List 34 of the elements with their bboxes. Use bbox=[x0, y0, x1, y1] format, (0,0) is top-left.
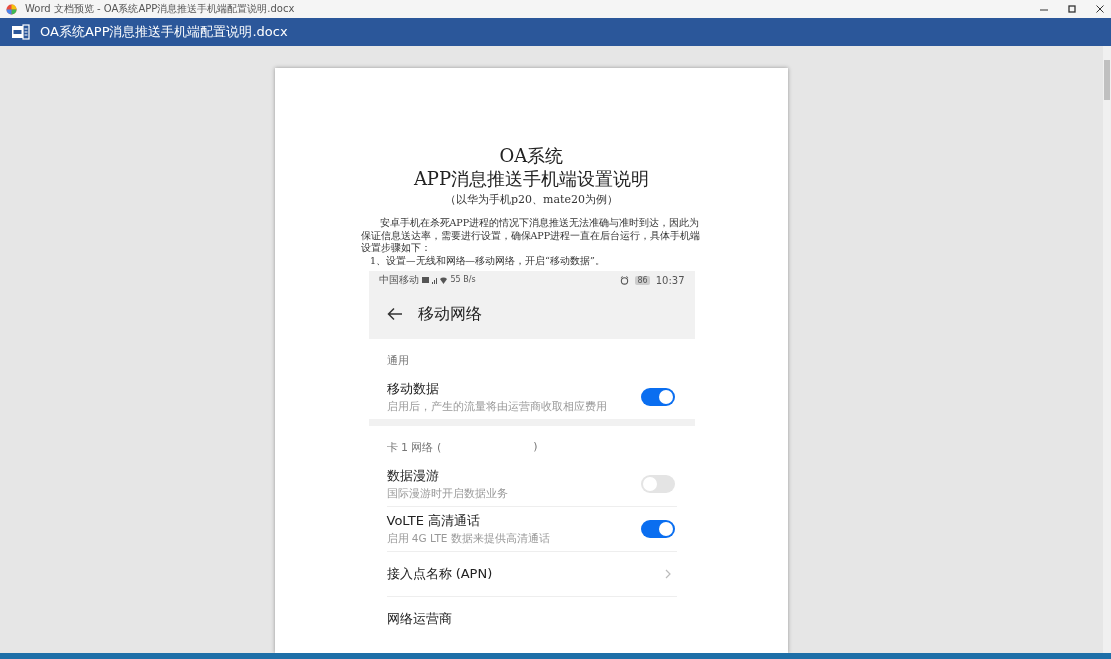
setting-description: 国际漫游时开启数据业务 bbox=[386, 486, 509, 501]
document-title: OA系统 APP消息推送手机端设置说明 bbox=[413, 144, 650, 190]
clock-time: 10:37 bbox=[655, 274, 685, 286]
setting-title: 移动数据 bbox=[386, 379, 440, 398]
toggle-switch[interactable] bbox=[640, 387, 675, 406]
section-header: 通用 bbox=[386, 353, 409, 368]
alarm-icon bbox=[620, 275, 630, 285]
file-name: OA系统APP消息推送手机端配置说明.docx bbox=[40, 23, 288, 41]
screen-title: 移动网络 bbox=[417, 303, 482, 325]
setting-title: 网络运营商 bbox=[386, 610, 453, 628]
setting-title: VoLTE 高清通话 bbox=[386, 512, 482, 530]
step-text: 1、设置—无线和网络—移动网络，开启“移动数据”。 bbox=[369, 254, 606, 267]
setting-title: 接入点名称 (APN) bbox=[386, 565, 494, 583]
maximize-icon[interactable] bbox=[1067, 4, 1077, 14]
toggle-switch[interactable] bbox=[640, 520, 675, 538]
setting-title: 数据漫游 bbox=[386, 466, 440, 485]
toggle-switch[interactable] bbox=[640, 474, 675, 493]
setting-description: 启用 4G LTE 数据来提供高清通话 bbox=[386, 532, 551, 546]
chevron-icon bbox=[664, 569, 671, 579]
carrier-label: 中国移动 bbox=[378, 273, 419, 287]
window-title: Word 文档预览 - OA系统APP消息推送手机端配置说明.docx bbox=[25, 2, 295, 16]
document-subtitle: （以华为手机p20、mate20为例） bbox=[445, 192, 618, 207]
document-icon bbox=[12, 24, 30, 40]
vertical-scrollbar[interactable] bbox=[1103, 46, 1111, 653]
back-arrow-icon[interactable] bbox=[386, 307, 403, 321]
battery-level: 86 bbox=[635, 275, 650, 285]
app-logo-icon bbox=[6, 3, 17, 15]
section-header: 卡 1 网络 ( bbox=[386, 440, 442, 455]
signal-icon bbox=[421, 275, 448, 285]
intro-paragraph: 安卓手机在杀死APP进程的情况下消息推送无法准确与准时到达，因此为保证信息送达率，需要进行设置，确保APP进程一直在后台运行，具体手机端设置步骤如下： bbox=[360, 217, 702, 255]
setting-description: 启用后，产生的流量将由运营商收取相应费用 bbox=[386, 399, 608, 414]
close-icon[interactable] bbox=[1095, 4, 1105, 14]
section-header-end: ) bbox=[533, 440, 538, 455]
network-speed: 55 B/s bbox=[450, 276, 476, 284]
